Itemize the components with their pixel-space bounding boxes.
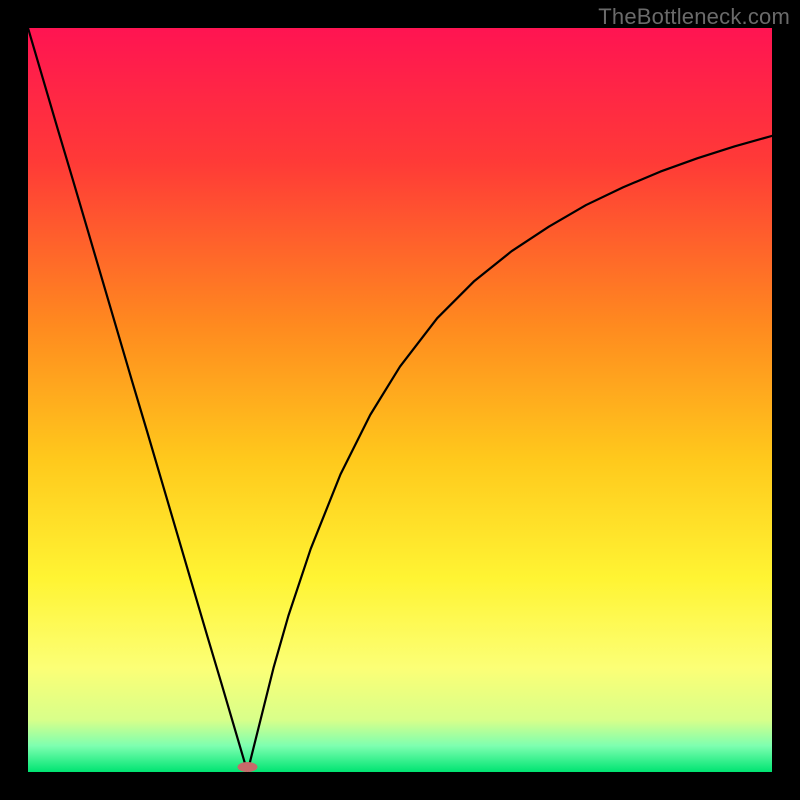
marker-group	[237, 762, 257, 772]
plot-svg	[28, 28, 772, 772]
bottleneck-point	[237, 762, 257, 772]
chart-frame: TheBottleneck.com	[0, 0, 800, 800]
gradient-background	[28, 28, 772, 772]
watermark-text: TheBottleneck.com	[598, 4, 790, 30]
plot-area	[28, 28, 772, 772]
